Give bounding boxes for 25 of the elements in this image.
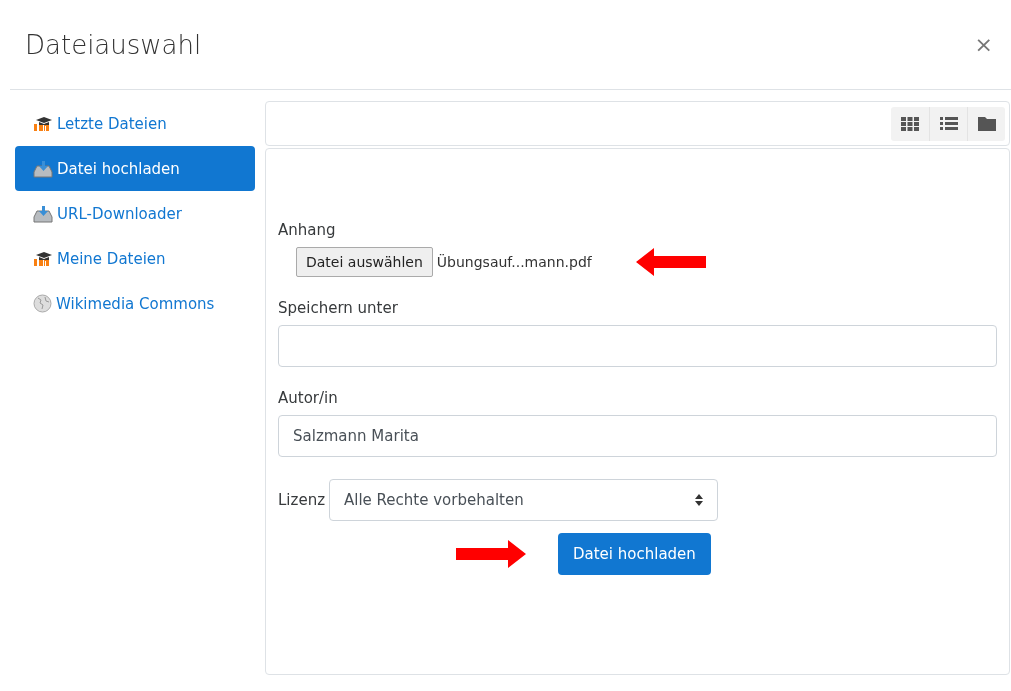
moodle-logo-icon [33, 116, 53, 131]
input-field[interactable] [278, 325, 997, 367]
field-label: Anhang [278, 221, 336, 239]
sidebar-item[interactable]: Meine Dateien [15, 236, 255, 281]
upload-button[interactable]: Datei hochladen [558, 533, 711, 575]
input-field[interactable]: Salzmann Marita [278, 415, 997, 457]
choose-file-button[interactable]: Datei auswählen [296, 247, 433, 277]
sidebar-item[interactable]: URL-Downloader [15, 191, 255, 236]
field-label: Speichern unter [278, 299, 398, 317]
sort-caret-icon [695, 494, 703, 506]
annotation-arrow-drawing [635, 248, 706, 276]
sidebar-item[interactable]: Datei hochladen [15, 146, 255, 191]
license-dropdown[interactable]: Alle Rechte vorbehalten [329, 479, 718, 521]
dialog-title: Dateiauswahl [25, 29, 202, 60]
sidebar-item[interactable]: Wikimedia Commons [15, 281, 255, 326]
tray-download-icon [33, 204, 53, 223]
close-button[interactable]: × [966, 32, 1001, 57]
moodle-logo-icon [33, 251, 53, 266]
tray-download-icon [33, 159, 53, 178]
annotation-arrow-drawing [456, 540, 526, 568]
field-label: Autor/in [278, 389, 338, 407]
globe-icon [33, 294, 52, 313]
sidebar-item[interactable]: Letzte Dateien [15, 101, 255, 146]
field-label: Lizenz [278, 491, 325, 509]
file-name: Übungsauf...mann.pdf [436, 254, 592, 270]
